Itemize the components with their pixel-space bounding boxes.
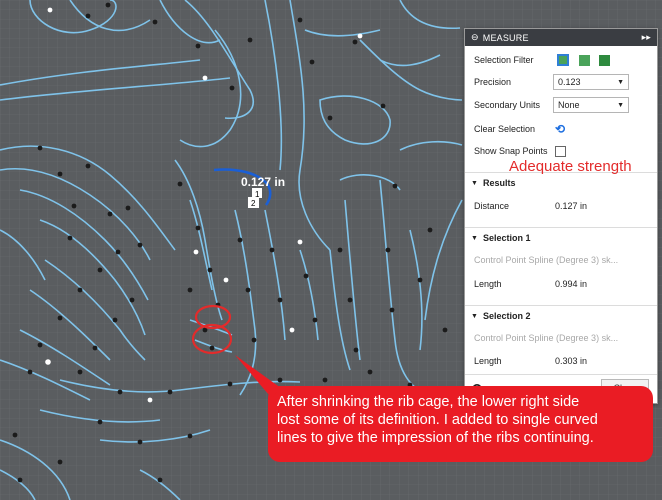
- dropdown-arrow-icon: ▼: [617, 78, 624, 86]
- point-2-label: 2: [251, 199, 256, 208]
- triangle-down-icon: ▼: [471, 312, 478, 320]
- callout-line: After shrinking the rib cage, the lower …: [277, 394, 580, 410]
- measure-tag: 0.127 in: [241, 175, 285, 189]
- secondary-units-dropdown[interactable]: None ▼: [553, 97, 629, 113]
- filter-body-icon[interactable]: [557, 54, 569, 66]
- results-header: Results: [483, 178, 516, 188]
- selection-2-title: Selection 2: [483, 311, 531, 321]
- secondary-units-row: Secondary Units None ▼: [465, 95, 657, 115]
- show-snap-points-label: Show Snap Points: [474, 146, 548, 156]
- selection-2-length-row: Length 0.303 in: [465, 351, 657, 371]
- secondary-units-value: None: [558, 100, 580, 110]
- panel-title: MEASURE: [482, 32, 529, 43]
- precision-value: 0.123: [558, 77, 581, 87]
- distance-value: 0.127 in: [555, 201, 588, 211]
- selection-1-length-label: Length: [474, 279, 502, 289]
- selection-1-object-row: Control Point Spline (Degree 3) sk...: [465, 250, 657, 270]
- selection-2-length-label: Length: [474, 356, 502, 366]
- callout-text: After shrinking the rib cage, the lower …: [273, 391, 648, 457]
- distance-row: Distance 0.127 in: [465, 196, 657, 216]
- filter-edge-icon[interactable]: [599, 54, 610, 66]
- callout-box: After shrinking the rib cage, the lower …: [268, 386, 653, 462]
- measure-panel: ⊖ MEASURE ▸▸ Selection Filter Precision …: [464, 28, 658, 404]
- precision-row: Precision 0.123 ▼: [465, 72, 657, 92]
- selection-filter-row: Selection Filter: [465, 50, 657, 70]
- secondary-units-label: Secondary Units: [474, 100, 541, 110]
- dropdown-arrow-icon: ▼: [617, 101, 624, 109]
- collapse-icon[interactable]: ▸▸: [642, 32, 651, 43]
- callout-line: lost some of its definition. I added to …: [277, 412, 598, 428]
- selection-1-header[interactable]: ▼ Selection 1: [465, 227, 657, 248]
- clear-selection-label: Clear Selection: [474, 124, 536, 134]
- selection-2-header[interactable]: ▼ Selection 2: [465, 305, 657, 326]
- filter-face-icon[interactable]: [579, 54, 590, 66]
- selection-1-length-row: Length 0.994 in: [465, 274, 657, 294]
- selection-1-length-value: 0.994 in: [555, 279, 588, 289]
- selection-2-object-row: Control Point Spline (Degree 3) sk...: [465, 328, 657, 348]
- measure-panel-header[interactable]: ⊖ MEASURE ▸▸: [465, 29, 657, 46]
- selection-2-object: Control Point Spline (Degree 3) sk...: [474, 333, 619, 343]
- triangle-down-icon: ▼: [471, 234, 478, 242]
- selection-2-length-value: 0.303 in: [555, 356, 588, 366]
- clear-selection-row: Clear Selection ⟲: [465, 119, 657, 139]
- results-section-header[interactable]: ▼ Results: [465, 172, 657, 193]
- precision-dropdown[interactable]: 0.123 ▼: [553, 74, 629, 90]
- precision-label: Precision: [474, 77, 512, 87]
- triangle-down-icon: ▼: [471, 179, 478, 187]
- selection-filter-label: Selection Filter: [474, 55, 534, 65]
- show-snap-points-checkbox[interactable]: [555, 145, 566, 157]
- undo-icon[interactable]: ⟲: [555, 122, 565, 136]
- distance-label: Distance: [474, 201, 510, 211]
- callout-line: lines to give the impression of the ribs…: [277, 430, 594, 446]
- selection-1-title: Selection 1: [483, 233, 531, 243]
- selection-1-object: Control Point Spline (Degree 3) sk...: [474, 255, 619, 265]
- adequate-strength-annotation: Adequate strength: [509, 158, 632, 175]
- minus-icon[interactable]: ⊖: [471, 32, 479, 43]
